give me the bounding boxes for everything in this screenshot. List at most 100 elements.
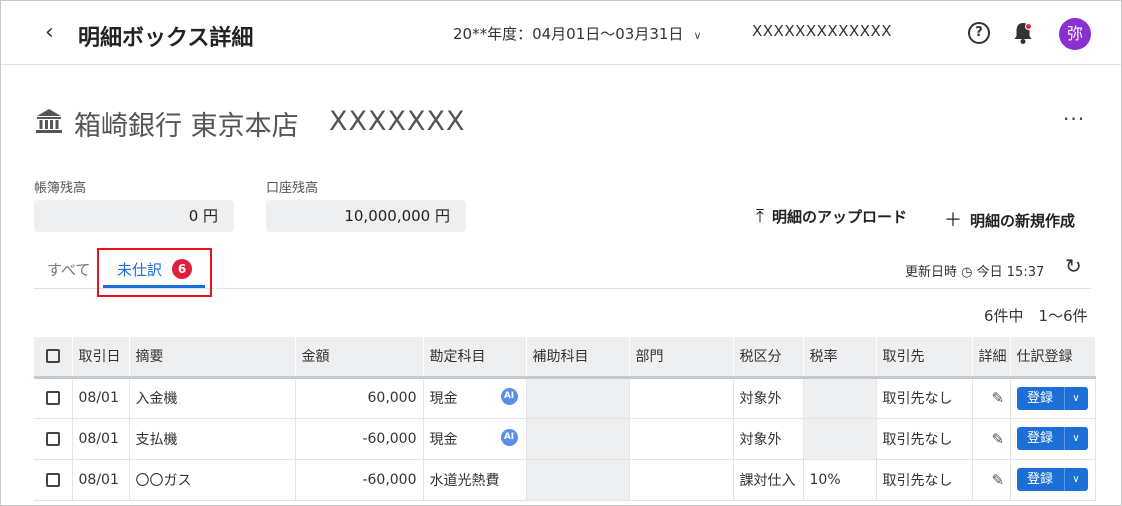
- date-cell: 08/01: [72, 459, 130, 501]
- account-cell[interactable]: 現金 AI: [423, 418, 527, 460]
- table-row[interactable]: 08/01 支払機 -60,000 現金 AI 対象外 取引先なし ✎ 登録 ∨: [34, 418, 1096, 460]
- row-select-cell: [34, 459, 73, 501]
- refresh-icon[interactable]: ↻: [1065, 254, 1082, 278]
- fiscal-period-selector[interactable]: 20**年度：04月01日〜03月31日 ∨: [453, 23, 702, 44]
- upload-statement-button[interactable]: ⤒ 明細のアップロード: [756, 206, 907, 227]
- pencil-icon[interactable]: ✎: [979, 471, 1005, 489]
- account-number: XXXXXXX: [329, 106, 466, 137]
- notification-dot: [1025, 23, 1032, 30]
- pagination-info: 6件中 1〜6件: [984, 307, 1088, 325]
- register-cell: 登録 ∨: [1010, 418, 1096, 460]
- tax-rate-cell[interactable]: 10%: [803, 459, 877, 501]
- summary-cell[interactable]: 〇〇ガス: [129, 459, 296, 501]
- detail-cell: ✎: [972, 418, 1011, 460]
- sub-account-cell: [526, 459, 630, 501]
- sub-account-cell: [526, 418, 630, 460]
- statement-table: 取引日 摘要 金額 勘定科目 補助科目 部門 税区分 税率 取引先 詳細 仕訳登…: [34, 337, 1096, 501]
- register-button[interactable]: 登録 ∨: [1016, 427, 1088, 450]
- column-header[interactable]: 補助科目: [526, 337, 630, 379]
- row-checkbox[interactable]: [46, 431, 60, 446]
- updated-label: 更新日時: [905, 265, 958, 280]
- column-header: 詳細: [972, 337, 1011, 379]
- register-button[interactable]: 登録 ∨: [1016, 468, 1088, 491]
- ai-suggestion-badge: AI: [500, 428, 518, 446]
- tax-category-cell[interactable]: 対象外: [733, 377, 804, 419]
- column-header[interactable]: 税区分: [733, 337, 804, 379]
- date-cell: 08/01: [72, 377, 130, 419]
- book-balance-label: 帳簿残高: [34, 181, 87, 196]
- partner-cell[interactable]: 取引先なし: [876, 459, 973, 501]
- table-row[interactable]: 08/01 入金機 60,000 現金 AI 対象外 取引先なし ✎ 登録 ∨: [34, 377, 1096, 419]
- amount-cell[interactable]: -60,000: [295, 418, 424, 460]
- register-cell: 登録 ∨: [1010, 377, 1096, 419]
- company-name[interactable]: XXXXXXXXXXXXX: [752, 22, 892, 40]
- tab-highlight-box: [97, 248, 212, 297]
- column-header[interactable]: 摘要: [129, 337, 296, 379]
- register-button[interactable]: 登録 ∨: [1016, 386, 1088, 410]
- select-all-checkbox[interactable]: [46, 349, 60, 364]
- detail-cell: ✎: [972, 459, 1011, 501]
- department-cell[interactable]: [629, 459, 734, 501]
- partner-cell[interactable]: 取引先なし: [876, 377, 973, 419]
- back-arrow-icon[interactable]: ‹: [45, 21, 54, 45]
- sub-account-cell: [526, 377, 630, 419]
- chevron-down-icon[interactable]: ∨: [1063, 386, 1088, 410]
- column-header: 仕訳登録: [1010, 337, 1096, 379]
- register-cell: 登録 ∨: [1010, 459, 1096, 501]
- account-value: 水道光熱費: [429, 472, 500, 489]
- row-checkbox[interactable]: [46, 472, 60, 487]
- plus-icon: ＋: [944, 210, 962, 231]
- create-statement-label: 明細の新規作成: [970, 212, 1076, 230]
- page-title: 明細ボックス詳細: [78, 26, 254, 51]
- department-cell[interactable]: [629, 418, 734, 460]
- row-checkbox[interactable]: [46, 391, 60, 405]
- pencil-icon[interactable]: ✎: [979, 430, 1005, 448]
- account-cell[interactable]: 現金 AI: [423, 377, 527, 419]
- column-header[interactable]: 取引日: [72, 337, 130, 379]
- account-value: 現金: [429, 431, 458, 448]
- tax-rate-cell: [803, 377, 877, 419]
- create-statement-button[interactable]: ＋ 明細の新規作成: [944, 206, 1075, 232]
- account-value: 現金: [429, 391, 458, 407]
- updated-value: 今日 15:37: [976, 265, 1045, 280]
- top-bar: ‹ 明細ボックス詳細 20**年度：04月01日〜03月31日 ∨ XXXXXXX…: [1, 1, 1121, 65]
- column-header[interactable]: 部門: [629, 337, 734, 379]
- column-header[interactable]: 取引先: [876, 337, 973, 379]
- account-balance-value: 10,000,000 円: [266, 200, 466, 232]
- ai-suggestion-badge: AI: [500, 388, 518, 405]
- chevron-down-icon[interactable]: ∨: [1063, 427, 1088, 450]
- amount-cell[interactable]: -60,000: [295, 459, 424, 501]
- upload-statement-label: 明細のアップロード: [771, 208, 907, 226]
- amount-cell[interactable]: 60,000: [295, 377, 424, 419]
- account-cell[interactable]: 水道光熱費: [423, 459, 527, 501]
- detail-cell: ✎: [972, 377, 1011, 419]
- more-options-icon[interactable]: ···: [1063, 107, 1085, 131]
- row-select-cell: [34, 418, 73, 460]
- account-balance-label: 口座残高: [266, 181, 319, 196]
- partner-cell[interactable]: 取引先なし: [876, 418, 973, 460]
- book-balance-value: 0 円: [34, 200, 234, 232]
- tax-category-cell[interactable]: 課対仕入: [733, 459, 804, 501]
- row-select-cell: [34, 377, 73, 419]
- avatar[interactable]: 弥: [1059, 18, 1091, 50]
- tax-rate-cell: [803, 418, 877, 460]
- chevron-down-icon[interactable]: ∨: [1063, 468, 1088, 491]
- register-label: 登録: [1026, 390, 1053, 406]
- column-header[interactable]: 勘定科目: [423, 337, 527, 379]
- chevron-down-icon: ∨: [693, 29, 702, 42]
- department-cell[interactable]: [629, 377, 734, 419]
- table-header-row: 取引日 摘要 金額 勘定科目 補助科目 部門 税区分 税率 取引先 詳細 仕訳登…: [34, 337, 1096, 379]
- select-all-cell: [34, 337, 73, 379]
- column-header[interactable]: 金額: [295, 337, 424, 379]
- table-row[interactable]: 08/01 〇〇ガス -60,000 水道光熱費 課対仕入 10% 取引先なし …: [34, 459, 1096, 501]
- tab-all[interactable]: すべて: [47, 259, 90, 280]
- updated-timestamp: 更新日時 ◷ 今日 15:37: [905, 261, 1044, 280]
- bank-icon: [36, 109, 62, 133]
- summary-cell[interactable]: 支払機: [129, 418, 296, 460]
- tax-category-cell[interactable]: 対象外: [733, 418, 804, 460]
- bank-name: 箱崎銀行 東京本店: [74, 111, 299, 142]
- summary-cell[interactable]: 入金機: [129, 377, 296, 419]
- column-header[interactable]: 税率: [803, 337, 877, 379]
- help-icon[interactable]: ?: [968, 22, 990, 44]
- pencil-icon[interactable]: ✎: [979, 389, 1005, 407]
